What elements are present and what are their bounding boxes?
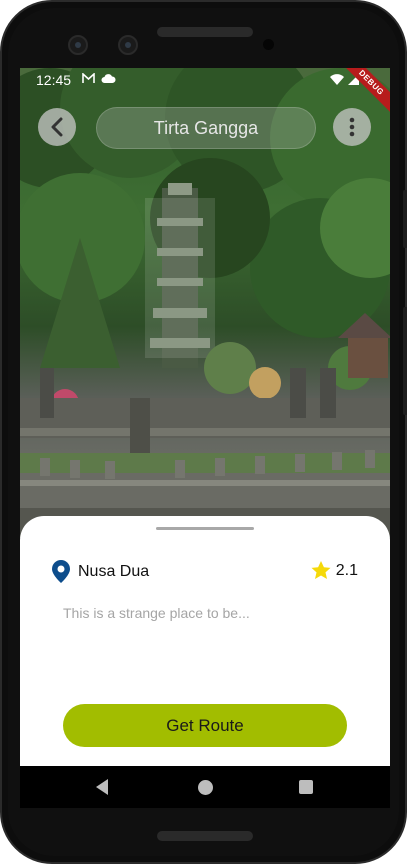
front-camera-icon bbox=[68, 35, 88, 55]
cloud-icon bbox=[101, 74, 116, 83]
volume-button bbox=[403, 307, 407, 415]
get-route-button[interactable]: Get Route bbox=[63, 704, 347, 747]
wifi-icon bbox=[330, 73, 344, 85]
front-camera-icon bbox=[118, 35, 138, 55]
drag-handle[interactable] bbox=[156, 527, 254, 530]
bottom-speaker bbox=[157, 831, 253, 841]
gmail-icon bbox=[82, 73, 95, 83]
status-bar: 12:45 DEBUG bbox=[20, 68, 390, 120]
app-screen: 12:45 DEBUG Tirta Gangga Nusa Dua 2.1 Th… bbox=[20, 68, 390, 808]
place-description: This is a strange place to be... bbox=[63, 605, 250, 621]
system-nav-bar bbox=[20, 766, 390, 808]
map-pin-icon bbox=[52, 560, 70, 583]
more-vertical-icon bbox=[349, 117, 355, 137]
more-options-button[interactable] bbox=[333, 108, 371, 146]
chevron-left-icon bbox=[51, 117, 63, 137]
back-button[interactable] bbox=[38, 108, 76, 146]
nav-recents-icon[interactable] bbox=[299, 780, 313, 794]
nav-home-icon[interactable] bbox=[198, 780, 213, 795]
phone-frame: 12:45 DEBUG Tirta Gangga Nusa Dua 2.1 Th… bbox=[0, 0, 407, 864]
star-icon bbox=[311, 561, 331, 579]
location-row: Nusa Dua bbox=[52, 560, 149, 583]
proximity-sensor bbox=[263, 39, 274, 50]
rating: 2.1 bbox=[311, 561, 358, 580]
power-button bbox=[403, 190, 407, 248]
place-details-sheet: Nusa Dua 2.1 This is a strange place to … bbox=[20, 516, 390, 766]
status-time: 12:45 bbox=[36, 72, 72, 88]
earpiece-speaker bbox=[157, 27, 253, 37]
nav-back-icon[interactable] bbox=[96, 779, 108, 795]
page-title: Tirta Gangga bbox=[96, 107, 316, 149]
rating-value: 2.1 bbox=[335, 561, 358, 579]
location-name: Nusa Dua bbox=[78, 562, 150, 580]
